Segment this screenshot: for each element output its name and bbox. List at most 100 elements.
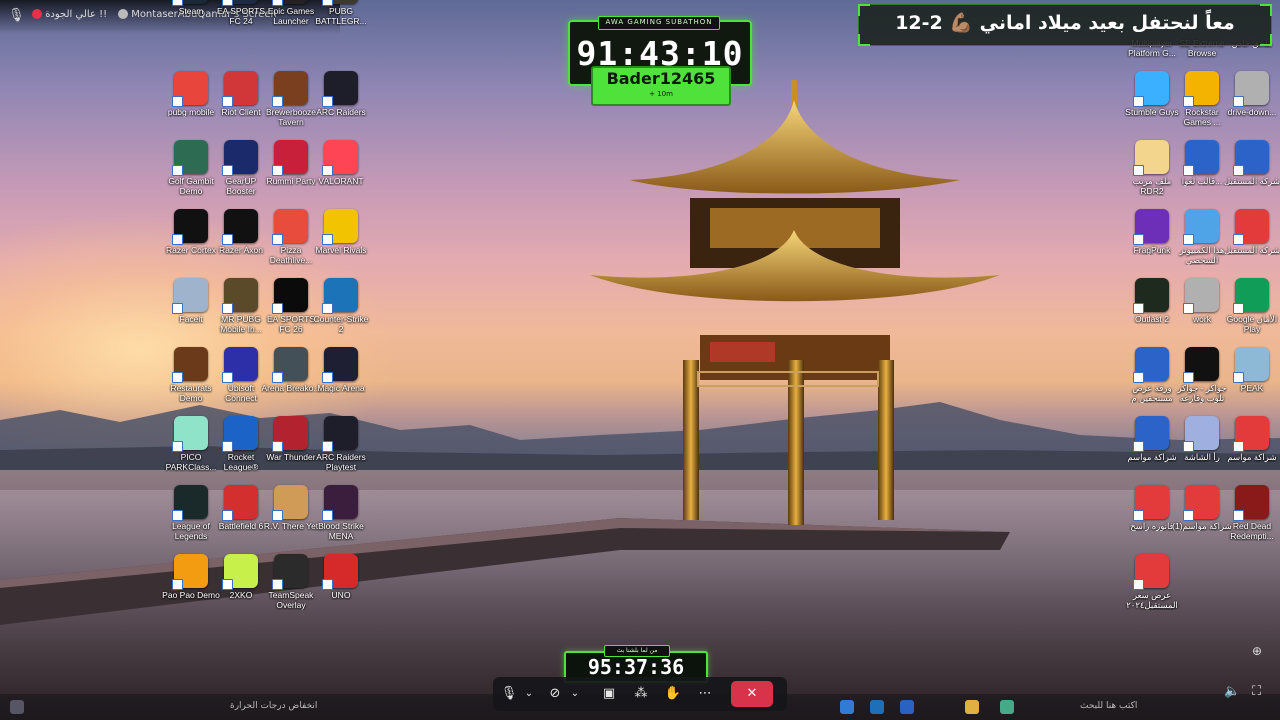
donor-name: Bader12465 [606, 69, 716, 88]
arc-raiders-icon [322, 71, 358, 107]
valorant-icon [322, 140, 358, 176]
shortcut-label: PEAK [1240, 383, 1264, 393]
call-controls: 🎙 ⌄ ⊘ ⌄ ▣ ⁂ ✋ ⋯ ✕ [493, 677, 787, 711]
zip-icon [1233, 71, 1269, 107]
computer-icon [1183, 209, 1219, 245]
fragpunk-icon [1133, 209, 1169, 245]
blood-strike-icon [322, 485, 358, 521]
pubg-mobile-mr-icon [222, 278, 258, 314]
word-doc-icon [1233, 140, 1269, 176]
rocket-league-icon [222, 416, 258, 452]
ubisoft-icon [222, 347, 258, 383]
shield-icon [172, 278, 208, 314]
desktop-shortcut[interactable]: Counter-Strike 2 [311, 278, 371, 344]
rockstar-icon [1183, 71, 1219, 107]
shortcut-label: Counter-Strike 2 [313, 314, 369, 334]
camera-off-icon[interactable]: ⊘ [545, 684, 565, 704]
desktop-shortcut[interactable]: Red Dead Redempti... [1222, 485, 1280, 551]
arc-raiders-icon [322, 416, 358, 452]
desktop-shortcut[interactable]: ARC Raiders [311, 71, 371, 137]
raise-hand-icon[interactable]: ✋ [663, 684, 683, 704]
time-added: + 10m [649, 90, 673, 98]
microphone-icon[interactable]: 🎙 [499, 684, 519, 704]
desktop-shortcut[interactable]: drive-down... [1222, 71, 1280, 137]
volume-icon[interactable]: 🔈 [1224, 684, 1240, 699]
rv-there-yet-icon [272, 485, 308, 521]
folder-icon[interactable] [965, 700, 979, 714]
shortcut-label: عرض سعر المستقبل٢٠٢٤ [1126, 590, 1178, 610]
outlast-icon [1133, 278, 1169, 314]
shortcut-label: Google الأمان Play [1226, 314, 1278, 334]
avatar [118, 9, 128, 19]
stumble-guys-icon [1133, 71, 1169, 107]
shortcut-label: VALORANT [318, 176, 364, 186]
peak-icon [1233, 347, 1269, 383]
razer-axon-icon [222, 209, 258, 245]
beer-mug-icon [272, 71, 308, 107]
2xko-icon [222, 554, 258, 590]
mic-icon[interactable]: 🎙 [8, 8, 25, 23]
app-icon[interactable] [1000, 700, 1014, 714]
shortcut-label: drive-down... [1227, 107, 1277, 117]
desktop-shortcut[interactable]: VALORANT [311, 140, 371, 206]
live-dot [32, 9, 42, 19]
pdf-icon [1183, 485, 1219, 521]
edge-icon[interactable] [840, 700, 854, 714]
golf-gambit-icon [172, 140, 208, 176]
desktop-shortcut[interactable]: PUBG BATTLEGR... [311, 0, 371, 36]
effects-icon[interactable]: ⁂ [631, 684, 651, 704]
search-box[interactable]: اكتب هنا للبحث [1080, 701, 1137, 711]
banner-text: معاً لنحتفل بعيد ميلاد اماني 💪🏽 2-12 [895, 12, 1235, 34]
present-screen-icon[interactable]: ▣ [599, 684, 619, 704]
desktop-shortcut[interactable]: UNO [311, 554, 371, 620]
magic-arena-icon [322, 347, 358, 383]
word-doc-icon [1183, 140, 1219, 176]
counter-strike-icon [322, 278, 358, 314]
shortcut-label: ARC Raiders [316, 107, 366, 117]
desktop-shortcut[interactable]: شركة المستقبل [1222, 209, 1280, 275]
shortcut-label: شركة المستقبل [1223, 245, 1280, 255]
ea-fc24-icon [222, 0, 258, 6]
desktop-shortcut[interactable]: Blood Strike MENA [311, 485, 371, 551]
desktop-shortcut[interactable]: Google الأمان Play [1222, 278, 1280, 344]
desktop-shortcut[interactable]: عرض سعر المستقبل٢٠٢٤ [1122, 554, 1182, 620]
desktop-shortcut[interactable]: شركة المستقبل [1222, 140, 1280, 206]
pdf-icon [1233, 416, 1269, 452]
mail-icon[interactable] [900, 700, 914, 714]
shortcut-label: شراكة مواسم [1227, 452, 1277, 462]
pizza-chef-icon [272, 209, 308, 245]
shortcut-label: Blood Strike MENA [318, 521, 364, 541]
shortcut-label: Magic Arena [317, 383, 365, 393]
teamspeak-icon [272, 554, 308, 590]
announcement-banner: معاً لنحتفل بعيد ميلاد اماني 💪🏽 2-12 [858, 4, 1272, 46]
shortcut-label: Red Dead Redempti... [1230, 521, 1274, 541]
status-text: عالي الجودة !! [45, 9, 108, 20]
store-icon[interactable] [870, 700, 884, 714]
zoom-icon[interactable]: ⊕ [1252, 644, 1262, 658]
desktop-shortcut[interactable]: Magic Arena [311, 347, 371, 413]
shortcut-label: شركة المستقبل [1223, 176, 1280, 186]
desktop-shortcut[interactable]: ARC Raiders Playtest [311, 416, 371, 482]
uptime-timer: 95:37:36 [587, 655, 685, 679]
steam-icon [172, 0, 208, 6]
mic-options-chevron-icon[interactable]: ⌄ [519, 684, 539, 704]
desktop-shortcut[interactable]: Marvel Rivals [311, 209, 371, 275]
camera-options-chevron-icon[interactable]: ⌄ [565, 684, 585, 704]
war-thunder-icon [272, 416, 308, 452]
fullscreen-icon[interactable]: ⛶ [1252, 684, 1261, 699]
pubg-mobile-icon [172, 71, 208, 107]
arena-breakout-icon [272, 347, 308, 383]
pdf-icon [1133, 554, 1169, 590]
desktop-shortcut[interactable]: شراكة مواسم [1222, 416, 1280, 482]
more-options-icon[interactable]: ⋯ [695, 684, 715, 704]
screen-app-icon [1183, 416, 1219, 452]
end-call-button[interactable]: ✕ [731, 681, 773, 707]
banner-corner [858, 34, 870, 46]
pubg-icon [322, 0, 358, 6]
desktop-shortcut[interactable]: PEAK [1222, 347, 1280, 413]
weather-text: انخفاض درجات الحرارة [230, 701, 318, 711]
start-icon[interactable] [10, 700, 24, 714]
uno-icon [322, 554, 358, 590]
pavilion [590, 80, 1000, 525]
status-pill[interactable]: عالي الجودة !! [32, 9, 107, 20]
